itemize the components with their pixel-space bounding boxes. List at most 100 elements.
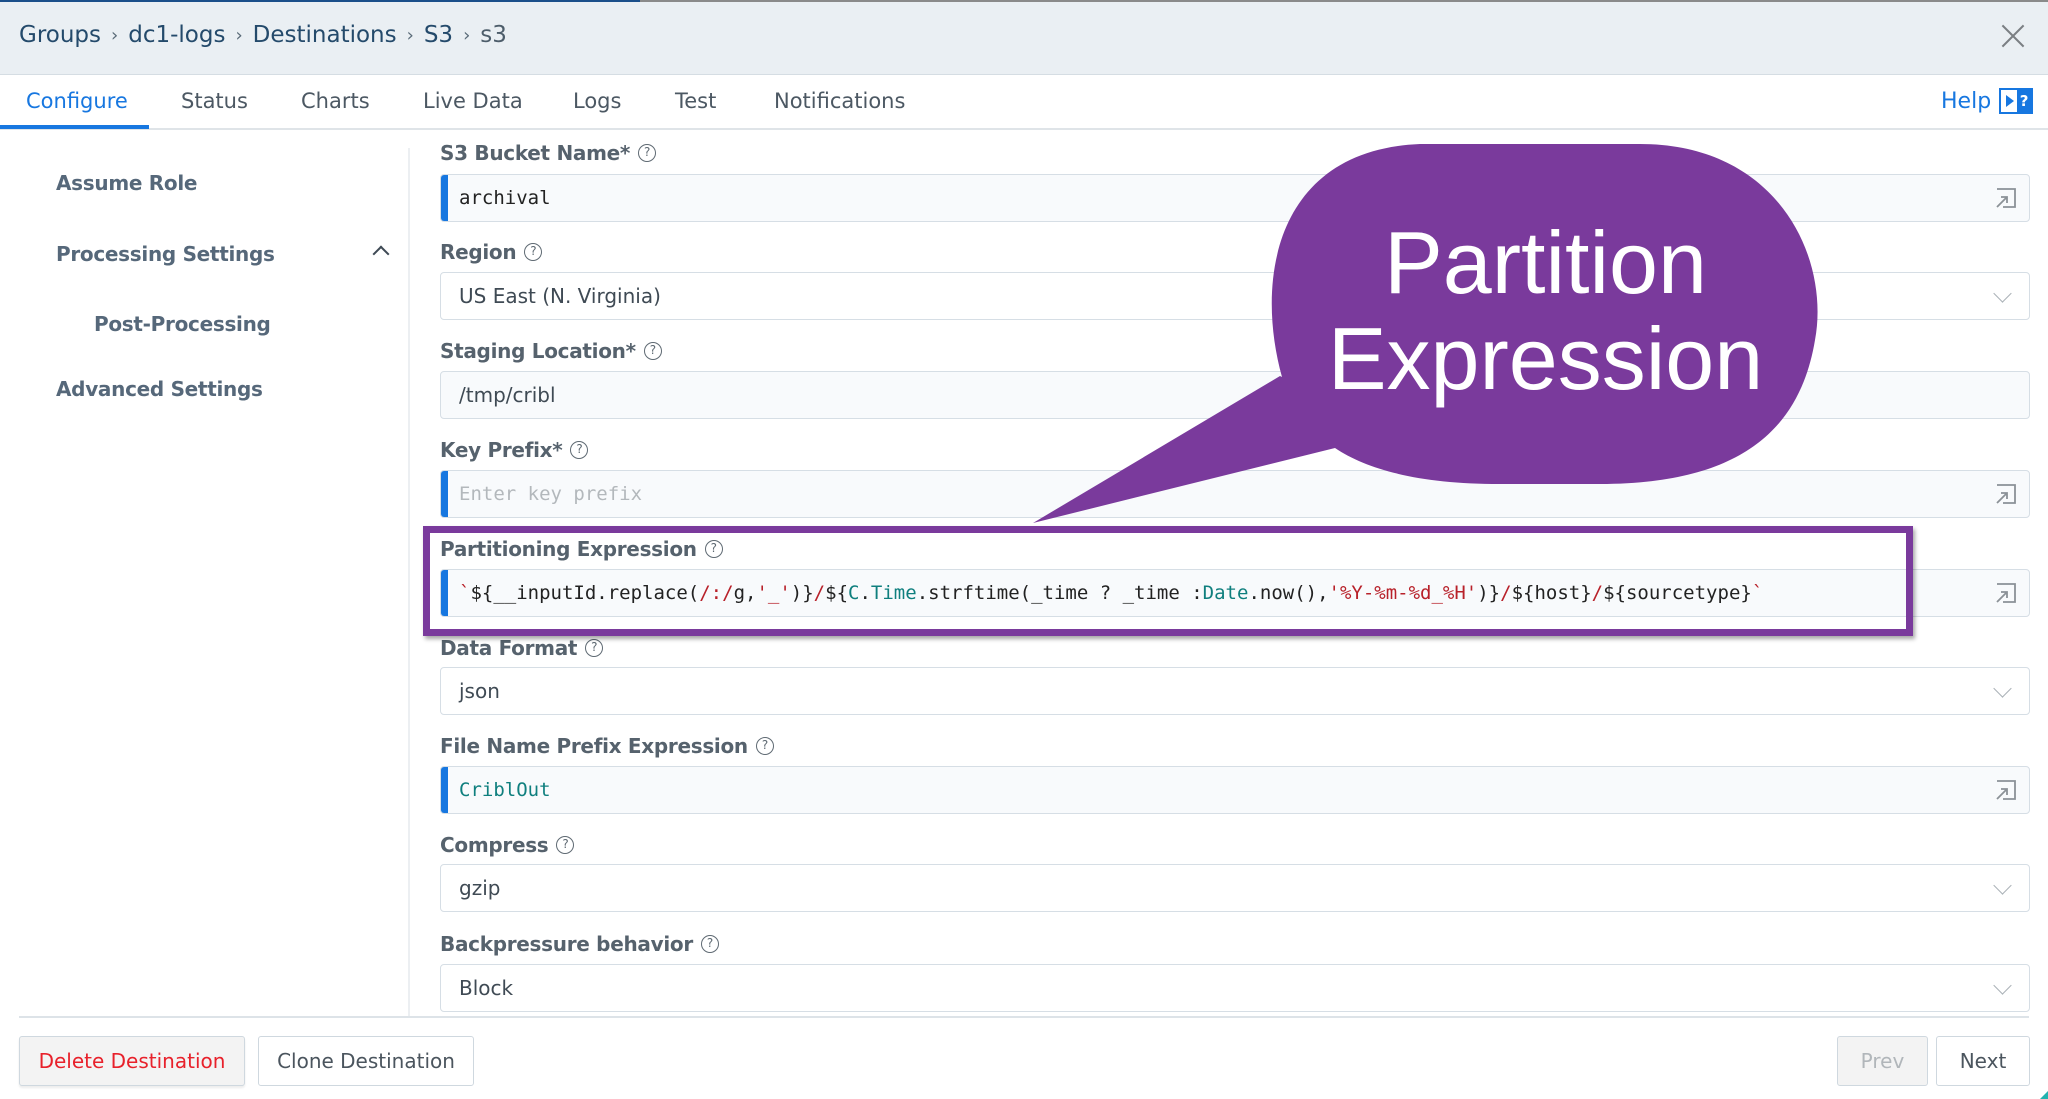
help-circle-icon[interactable]: ? [643,342,662,360]
help-circle-icon[interactable]: ? [700,935,719,953]
sidebar-item-advanced-settings[interactable]: Advanced Settings [56,377,263,401]
breadcrumb-destinations[interactable]: Destinations [253,22,397,48]
play-icon [2006,95,2015,107]
sidebar-item-assume-role[interactable]: Assume Role [56,171,197,195]
code-token: Time [870,582,917,604]
breadcrumb-current: s3 [480,22,507,48]
partitioning-expression-input[interactable]: ` ${__inputId.replace(/:/g, '_')} / ${C. Tim… [440,569,2030,617]
tab-test[interactable]: Test [675,89,716,113]
code-token: ` [459,582,471,604]
code-token: /:/ [699,582,734,604]
sidebar-item-processing-settings[interactable]: Processing Settings [56,242,275,266]
next-button[interactable]: Next [1936,1036,2030,1086]
input-value: /tmp/cribl [459,383,556,407]
label-text: Staging Location* [440,339,636,363]
help-circle-icon[interactable]: ? [570,441,589,459]
help-circle-icon[interactable]: ? [755,737,774,755]
label-text: S3 Bucket Name* [440,141,631,165]
help-circle-icon[interactable]: ? [638,144,657,162]
code-token: / [813,582,826,604]
question-glyph: ? [2017,90,2032,112]
tab-notifications[interactable]: Notifications [774,89,905,113]
chevron-down-icon [1993,876,2012,895]
code-token: / [1591,582,1604,604]
region-label: Region ? [440,240,543,264]
breadcrumb-separator: › [463,24,471,46]
help-link[interactable]: Help ? [1941,88,2034,114]
expand-editor-icon[interactable] [1995,483,2017,505]
key-prefix-input[interactable]: Enter key prefix [440,470,2030,518]
callout-text: Partition Expression [1268,215,1823,407]
breadcrumb-dc1-logs[interactable]: dc1-logs [128,22,225,48]
sidebar-divider [408,148,410,1016]
clone-destination-button[interactable]: Clone Destination [258,1036,474,1086]
help-circle-icon[interactable]: ? [585,639,604,657]
compress-select[interactable]: gzip [440,864,2030,912]
prev-button[interactable]: Prev [1837,1036,1928,1086]
tab-live-data[interactable]: Live Data [423,89,523,113]
help-panel-icon: ? [1999,88,2034,114]
chevron-down-icon [1993,284,2012,303]
active-tab-indicator [0,125,149,129]
staging-location-label: Staging Location* ? [440,339,662,363]
label-text: Key Prefix* [440,438,563,462]
code-token: .now(), [1248,582,1329,604]
tab-status[interactable]: Status [181,89,248,113]
data-format-label: Data Format ? [440,636,604,660]
delete-destination-button[interactable]: Delete Destination [19,1036,245,1086]
partitioning-expression-value: ` ${__inputId.replace(/:/g, '_')} / ${C. Tim… [459,570,1763,616]
breadcrumb-groups[interactable]: Groups [19,22,101,48]
tab-charts[interactable]: Charts [301,89,370,113]
code-token: Date [1202,582,1249,604]
data-format-select[interactable]: json [440,667,2030,715]
code-token: / [1500,582,1512,604]
expression-accent-bar [441,175,448,221]
backpressure-select[interactable]: Block [440,964,2030,1012]
code-token: C [848,582,860,604]
chevron-down-icon [1993,679,2012,698]
label-text: Compress [440,833,549,857]
expand-editor-icon[interactable] [1995,582,2017,604]
callout-line-1: Partition [1384,213,1707,312]
footer-divider [19,1016,2029,1018]
select-value: json [459,679,500,703]
label-text: Region [440,240,517,264]
code-token: )} [1477,582,1501,604]
breadcrumb-separator: › [406,24,414,46]
help-circle-icon[interactable]: ? [556,836,575,854]
code-token: ${ [825,582,849,604]
label-text: Backpressure behavior [440,932,693,956]
code-token: '_' [756,582,791,604]
sidebar-item-post-processing[interactable]: Post-Processing [94,312,271,336]
expand-editor-icon[interactable] [1995,187,2017,209]
partitioning-expression-label: Partitioning Expression ? [440,537,723,561]
select-value: Block [459,976,514,1000]
key-prefix-label: Key Prefix* ? [440,438,589,462]
chevron-down-icon [1993,976,2012,995]
code-token: .strftime(_time ? _time : [916,582,1203,604]
tab-configure[interactable]: Configure [26,89,128,113]
tab-logs[interactable]: Logs [573,89,621,113]
backpressure-label: Backpressure behavior ? [440,932,719,956]
s3-bucket-name-label: S3 Bucket Name* ? [440,141,657,165]
callout-line-2: Expression [1327,309,1764,408]
tab-bar: Configure Status Charts Live Data Logs T… [0,75,2048,130]
label-text: Data Format [440,636,578,660]
expand-editor-icon[interactable] [1995,779,2017,801]
code-token: ${__inputId.replace( [470,582,700,604]
code-token: g, [733,582,757,604]
select-value: gzip [459,876,501,900]
input-value: CriblOut [459,779,551,801]
help-circle-icon[interactable]: ? [524,243,543,261]
chevron-up-icon[interactable] [372,245,390,263]
breadcrumb-s3-type[interactable]: S3 [424,22,453,48]
file-name-prefix-label: File Name Prefix Expression ? [440,734,774,758]
code-token: . [859,582,871,604]
label-text: Partitioning Expression [440,537,697,561]
annotation-callout [1033,144,1818,523]
file-name-prefix-input[interactable]: CriblOut [440,766,2030,814]
breadcrumb: Groups › dc1-logs › Destinations › S3 › … [19,22,507,48]
close-icon[interactable] [1999,22,2027,50]
help-circle-icon[interactable]: ? [704,540,723,558]
compress-label: Compress ? [440,833,575,857]
